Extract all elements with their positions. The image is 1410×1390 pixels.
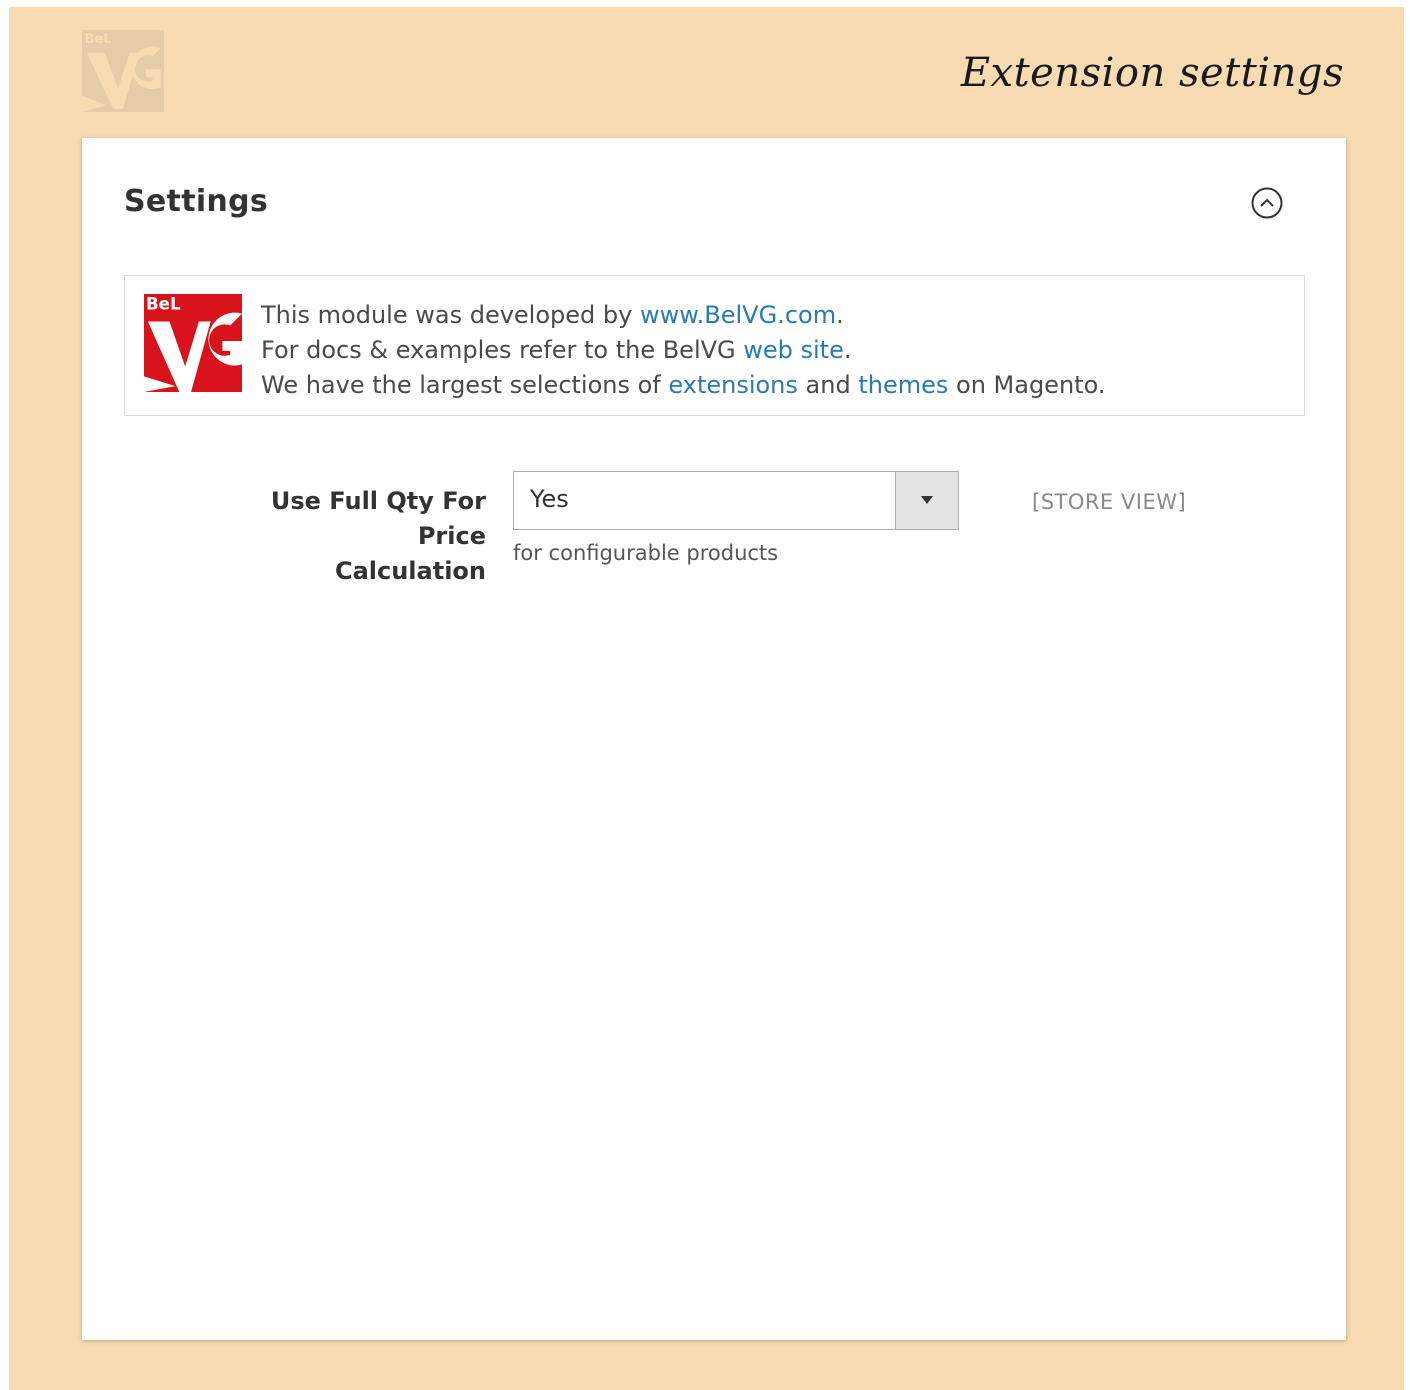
page-heading: Extension settings	[960, 50, 1344, 96]
section-title: Settings	[124, 184, 269, 219]
scope-label: [STORE VIEW]	[1032, 490, 1187, 514]
belvg-logo-faded: BeL	[82, 30, 164, 112]
select-value: Yes	[530, 485, 569, 513]
info-line-developer: This module was developed by www.BelVG.c…	[261, 298, 1105, 333]
web-site-link[interactable]: web site	[743, 336, 844, 364]
info-text-fragment: and	[797, 371, 859, 399]
info-text-fragment: on Magento.	[948, 371, 1106, 399]
info-line-selection: We have the largest selections of extens…	[261, 368, 1105, 403]
full-qty-select[interactable]: Yes	[513, 471, 959, 530]
belvg-site-link[interactable]: www.BelVG.com	[640, 301, 836, 329]
field-label-line: Use Full Qty For Price	[270, 487, 486, 550]
svg-text:BeL: BeL	[146, 295, 181, 314]
themes-link[interactable]: themes	[858, 371, 948, 399]
caret-down-icon	[921, 496, 933, 504]
info-text-fragment: .	[843, 336, 852, 364]
info-text-fragment: This module was developed by	[261, 301, 640, 329]
select-toggle[interactable]	[895, 472, 958, 529]
belvg-logo: BeL	[144, 294, 242, 392]
field-note: for configurable products	[513, 541, 779, 565]
info-line-docs: For docs & examples refer to the BelVG w…	[261, 333, 1105, 368]
info-text-fragment: We have the largest selections of	[261, 371, 669, 399]
field-label-line: Calculation	[334, 557, 486, 585]
info-text-fragment: .	[836, 301, 844, 329]
developer-info-box: BeL This module was developed by www.Bel…	[124, 275, 1305, 416]
collapse-section-button[interactable]	[1250, 186, 1284, 220]
full-qty-field-label: Use Full Qty For Price Calculation	[202, 484, 486, 589]
extensions-link[interactable]: extensions	[668, 371, 798, 399]
info-text-fragment: For docs & examples refer to the BelVG	[261, 336, 744, 364]
svg-text:BeL: BeL	[84, 32, 111, 47]
developer-info-text: This module was developed by www.BelVG.c…	[261, 298, 1105, 403]
settings-card: Settings BeL This module was developed b…	[82, 138, 1346, 1340]
